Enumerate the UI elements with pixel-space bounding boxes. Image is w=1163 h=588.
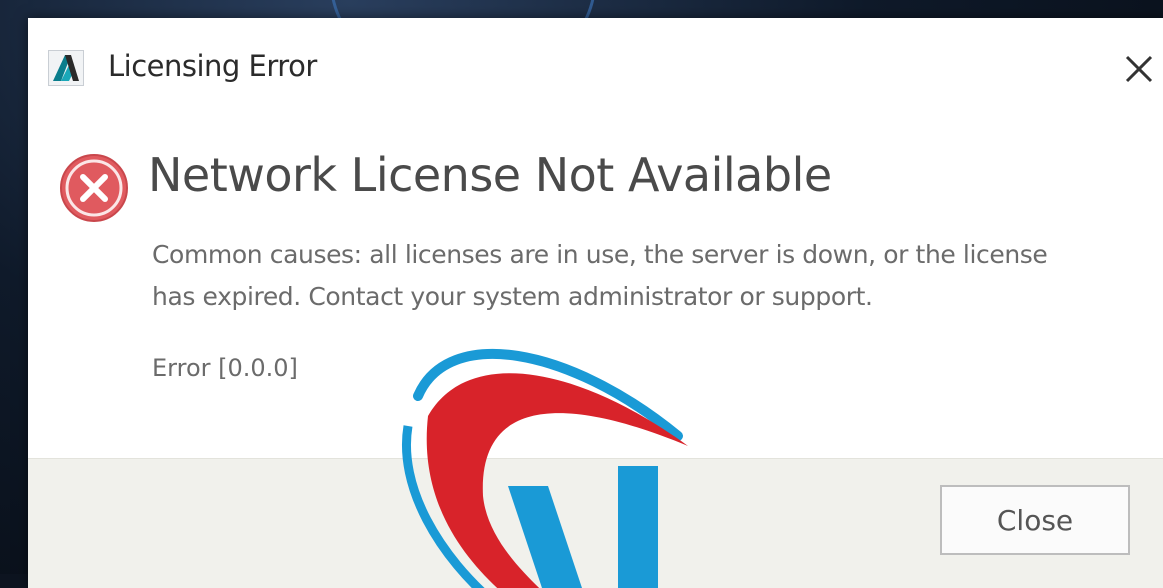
error-icon — [58, 152, 130, 224]
error-description: Common causes: all licenses are in use, … — [152, 234, 1152, 318]
dialog-footer: Close — [28, 458, 1163, 588]
close-button[interactable]: Close — [940, 485, 1130, 555]
autodesk-logo-icon — [48, 50, 84, 86]
dialog-content: Network License Not Available Common cau… — [28, 102, 1163, 458]
title-bar: Licensing Error — [28, 18, 1163, 102]
close-icon[interactable] — [1116, 46, 1162, 92]
licensing-error-dialog: Licensing Error Network License Not Avai… — [28, 18, 1163, 588]
description-line-2: has expired. Contact your system adminis… — [152, 282, 873, 311]
error-heading: Network License Not Available — [148, 148, 832, 202]
description-line-1: Common causes: all licenses are in use, … — [152, 240, 1048, 269]
dialog-title: Licensing Error — [108, 49, 317, 83]
error-code: Error [0.0.0] — [152, 354, 298, 382]
